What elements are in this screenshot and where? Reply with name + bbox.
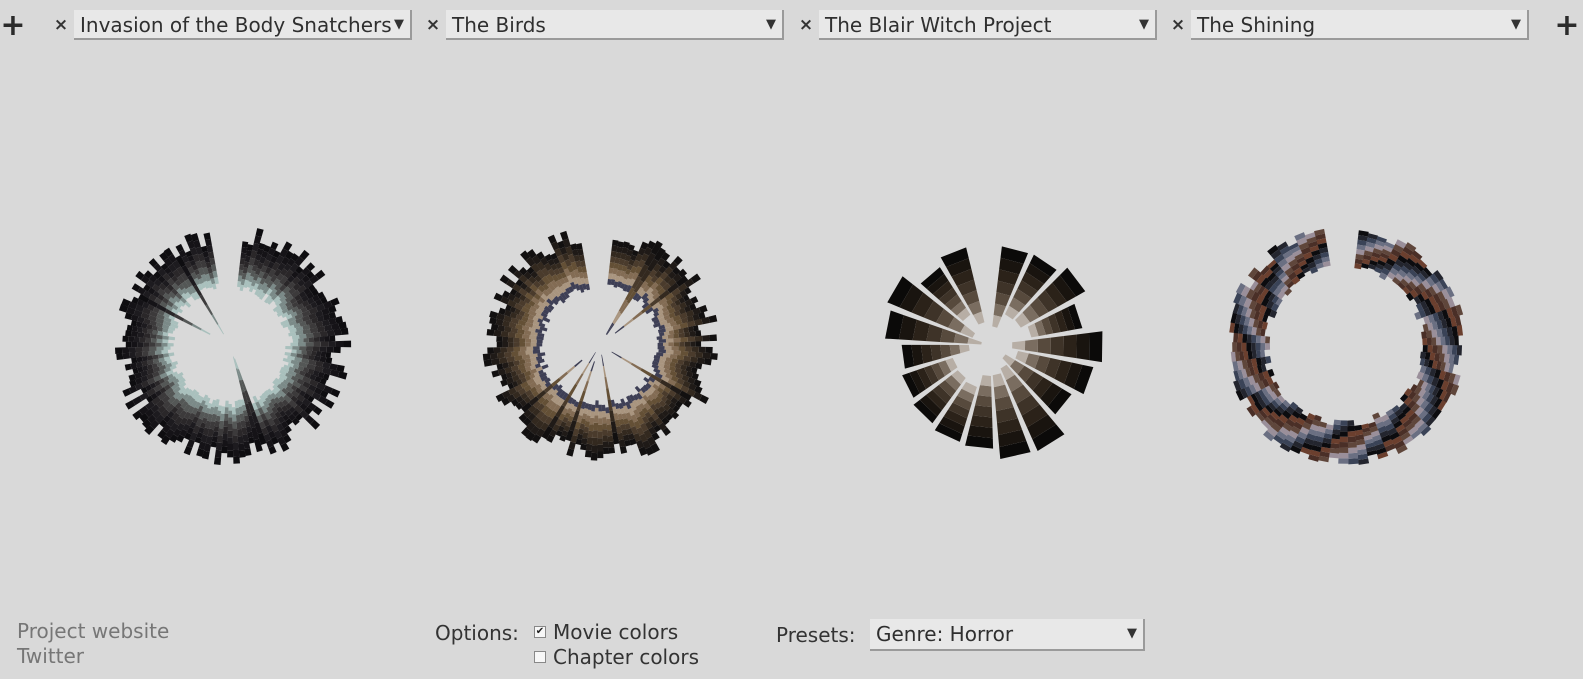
movie-select-2-value: The Birds <box>452 13 546 37</box>
movie-select-2[interactable]: The Birds ▼ <box>446 10 784 40</box>
chevron-down-icon: ▼ <box>1139 17 1149 32</box>
add-movie-right-button[interactable]: + <box>1554 10 1580 42</box>
movie-select-4[interactable]: The Shining ▼ <box>1191 10 1529 40</box>
chevron-down-icon: ▼ <box>766 17 776 32</box>
movie-select-3-value: The Blair Witch Project <box>825 13 1052 37</box>
movie-color-wheel-3[interactable] <box>840 195 1140 495</box>
chapter-colors-label: Chapter colors <box>553 645 699 669</box>
movie-slot-1: × Invasion of the Body Snatchers ▼ <box>52 10 412 44</box>
movie-select-4-value: The Shining <box>1197 13 1316 37</box>
movie-select-1[interactable]: Invasion of the Body Snatchers ▼ <box>74 10 412 40</box>
movie-slot-2: × The Birds ▼ <box>424 10 784 44</box>
remove-movie-2-button[interactable]: × <box>424 13 442 37</box>
movie-colors-label: Movie colors <box>553 620 679 644</box>
twitter-link[interactable]: Twitter <box>17 644 169 669</box>
footer-links: Project website Twitter <box>17 619 169 669</box>
remove-movie-4-button[interactable]: × <box>1169 13 1187 37</box>
checkbox-unchecked-icon[interactable] <box>534 651 546 663</box>
checkbox-checked-icon[interactable]: ✔ <box>534 626 546 638</box>
chevron-down-icon: ▼ <box>1127 626 1137 641</box>
presets-select[interactable]: Genre: Horror ▼ <box>870 619 1145 651</box>
presets-label: Presets: <box>776 623 856 647</box>
movie-select-3[interactable]: The Blair Witch Project ▼ <box>819 10 1157 40</box>
movie-slot-4: × The Shining ▼ <box>1169 10 1529 44</box>
remove-movie-1-button[interactable]: × <box>52 13 70 37</box>
chevron-down-icon: ▼ <box>1511 17 1521 32</box>
movie-color-wheel-1[interactable] <box>80 195 380 495</box>
movie-select-1-value: Invasion of the Body Snatchers <box>80 13 392 37</box>
chevron-down-icon: ▼ <box>394 17 404 32</box>
presets-select-value: Genre: Horror <box>876 622 1014 646</box>
movie-color-wheel-4[interactable] <box>1195 195 1495 495</box>
add-movie-left-button[interactable]: + <box>0 10 26 42</box>
options-label: Options: <box>435 621 519 645</box>
movie-color-wheel-2[interactable] <box>450 195 750 495</box>
project-website-link[interactable]: Project website <box>17 619 169 644</box>
movie-selector-bar: + × Invasion of the Body Snatchers ▼ × T… <box>0 10 1583 44</box>
remove-movie-3-button[interactable]: × <box>797 13 815 37</box>
movie-slot-3: × The Blair Witch Project ▼ <box>797 10 1157 44</box>
